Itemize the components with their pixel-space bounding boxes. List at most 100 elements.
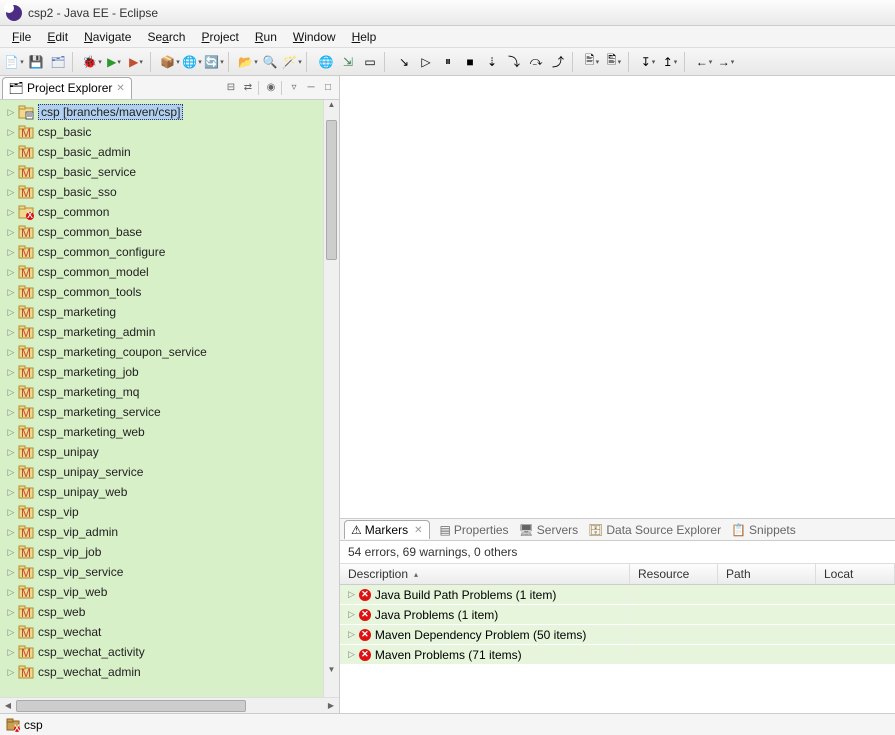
tree-item[interactable]: ▷Mcsp_vip — [0, 502, 323, 522]
expand-icon[interactable]: ▷ — [6, 207, 16, 217]
expand-icon[interactable]: ▷ — [6, 667, 16, 677]
suspend-button[interactable]: ⏸ — [438, 52, 458, 72]
tree-item[interactable]: ▷Mcsp_basic — [0, 122, 323, 142]
step-return-button[interactable]: ⤴ — [548, 52, 568, 72]
tree-item[interactable]: ▷Mcsp_vip_service — [0, 562, 323, 582]
editor-area[interactable] — [340, 76, 895, 518]
open-type-button[interactable]: 📂 — [238, 52, 258, 72]
scroll-down-arrow-icon[interactable]: ▼ — [324, 665, 339, 681]
expand-icon[interactable]: ▷ — [6, 607, 16, 617]
expand-icon[interactable]: ▷ — [348, 629, 355, 640]
tab-snippets[interactable]: 📋 Snippets — [731, 523, 796, 537]
terminate-button[interactable]: ■ — [460, 52, 480, 72]
expand-icon[interactable]: ▷ — [6, 127, 16, 137]
column-description[interactable]: Description▴ — [340, 564, 630, 584]
tree-item[interactable]: ▷Mcsp_unipay_service — [0, 462, 323, 482]
view-menu-icon[interactable]: ▿ — [287, 81, 301, 95]
expand-icon[interactable]: ▷ — [6, 567, 16, 577]
back-button[interactable]: ← — [694, 52, 714, 72]
close-x-icon[interactable]: ✕ — [414, 525, 422, 536]
menu-file[interactable]: File — [4, 28, 39, 46]
tab-markers[interactable]: ⚠ Markers ✕ — [344, 520, 430, 539]
tree-item[interactable]: ▷Mcsp_unipay — [0, 442, 323, 462]
tree-item[interactable]: ▷Mcsp_web — [0, 602, 323, 622]
menu-help[interactable]: Help — [344, 28, 385, 46]
menu-window[interactable]: Window — [285, 28, 344, 46]
expand-icon[interactable]: ▷ — [6, 147, 16, 157]
run-external-button[interactable]: ▶ — [126, 52, 146, 72]
save-button[interactable]: 💾 — [26, 52, 46, 72]
column-location[interactable]: Locat — [816, 564, 895, 584]
tree-item[interactable]: ▷Mcsp_basic_service — [0, 162, 323, 182]
scrollbar-thumb[interactable] — [326, 120, 337, 260]
expand-icon[interactable]: ▷ — [6, 247, 16, 257]
new-button[interactable]: 📄 — [4, 52, 24, 72]
expand-icon[interactable]: ▷ — [6, 107, 16, 117]
expand-icon[interactable]: ▷ — [6, 527, 16, 537]
table-row[interactable]: ▷✕Java Build Path Problems (1 item) — [340, 585, 895, 605]
expand-icon[interactable]: ▷ — [6, 507, 16, 517]
step-into-button[interactable]: ⤵ — [504, 52, 524, 72]
focus-task-icon[interactable]: ◉ — [264, 81, 278, 95]
tab-servers[interactable]: 🖥 Servers — [519, 523, 579, 537]
expand-icon[interactable]: ▷ — [6, 587, 16, 597]
expand-icon[interactable]: ▷ — [6, 347, 16, 357]
tree-item[interactable]: ▷xcsp_common — [0, 202, 323, 222]
expand-icon[interactable]: ▷ — [6, 647, 16, 657]
expand-icon[interactable]: ▷ — [6, 367, 16, 377]
disconnect-button[interactable]: ⇣ — [482, 52, 502, 72]
expand-icon[interactable]: ▷ — [6, 327, 16, 337]
prev-annotation-button[interactable]: ↥ — [660, 52, 680, 72]
tree-item[interactable]: ▷Mcsp_basic_admin — [0, 142, 323, 162]
wizard-button[interactable]: 🪄 — [282, 52, 302, 72]
open-web-button[interactable]: 🌐 — [182, 52, 202, 72]
expand-icon[interactable]: ▷ — [6, 387, 16, 397]
close-x-icon[interactable]: ✕ — [116, 83, 124, 94]
expand-icon[interactable]: ▷ — [6, 227, 16, 237]
expand-icon[interactable]: ▷ — [6, 167, 16, 177]
tree-item[interactable]: ▷Mcsp_marketing_mq — [0, 382, 323, 402]
expand-icon[interactable]: ▷ — [6, 467, 16, 477]
expand-icon[interactable]: ▷ — [348, 649, 355, 660]
table-row[interactable]: ▷✕Maven Problems (71 items) — [340, 645, 895, 665]
tree-item[interactable]: ▷Mcsp_marketing_job — [0, 362, 323, 382]
tree-item[interactable]: ▷Mcsp_wechat_activity — [0, 642, 323, 662]
expand-icon[interactable]: ▷ — [6, 307, 16, 317]
menu-search[interactable]: Search — [139, 28, 193, 46]
expand-icon[interactable]: ▷ — [348, 589, 355, 600]
column-resource[interactable]: Resource — [630, 564, 718, 584]
menu-navigate[interactable]: Navigate — [76, 28, 139, 46]
sync-button[interactable]: 🔄 — [204, 52, 224, 72]
vertical-scrollbar[interactable]: ▲ ▼ — [323, 100, 339, 697]
tree-item[interactable]: ▷Mcsp_wechat_admin — [0, 662, 323, 682]
tree-item[interactable]: ▷Mcsp_marketing — [0, 302, 323, 322]
expand-icon[interactable]: ▷ — [6, 427, 16, 437]
tree-item[interactable]: ▷Mcsp_vip_web — [0, 582, 323, 602]
tree-item[interactable]: ▷Mcsp_common_base — [0, 222, 323, 242]
tree-item[interactable]: ▷Mcsp_vip_admin — [0, 522, 323, 542]
scroll-up-arrow-icon[interactable]: ▲ — [324, 100, 339, 116]
expand-icon[interactable]: ▷ — [348, 609, 355, 620]
expand-icon[interactable]: ▷ — [6, 287, 16, 297]
table-row[interactable]: ▷✕Java Problems (1 item) — [340, 605, 895, 625]
expand-icon[interactable]: ▷ — [6, 407, 16, 417]
search-button[interactable]: 🔍 — [260, 52, 280, 72]
expand-icon[interactable]: ▷ — [6, 547, 16, 557]
tree-item[interactable]: ▷Mcsp_vip_job — [0, 542, 323, 562]
skip-breakpoints-button[interactable]: ↘ — [394, 52, 414, 72]
expand-icon[interactable]: ▷ — [6, 487, 16, 497]
tree-item[interactable]: ▷Mcsp_marketing_service — [0, 402, 323, 422]
tree-item[interactable]: ▷Mcsp_marketing_coupon_service — [0, 342, 323, 362]
project-tree[interactable]: ▷csp [branches/maven/csp]▷Mcsp_basic▷Mcs… — [0, 100, 323, 697]
step-over-button[interactable]: ⤼ — [526, 52, 546, 72]
toggle-breadcrumb-button[interactable]: ▭ — [360, 52, 380, 72]
browser-button[interactable]: 🌐 — [316, 52, 336, 72]
new-package-button[interactable]: 📦 — [160, 52, 180, 72]
scroll-left-arrow-icon[interactable]: ◀ — [0, 701, 16, 710]
tab-properties[interactable]: ▤ Properties — [440, 523, 509, 537]
expand-icon[interactable]: ▷ — [6, 627, 16, 637]
tree-item[interactable]: ▷Mcsp_unipay_web — [0, 482, 323, 502]
tree-item[interactable]: ▷Mcsp_basic_sso — [0, 182, 323, 202]
link-editor-button[interactable]: ⇲ — [338, 52, 358, 72]
tree-item[interactable]: ▷csp [branches/maven/csp] — [0, 102, 323, 122]
